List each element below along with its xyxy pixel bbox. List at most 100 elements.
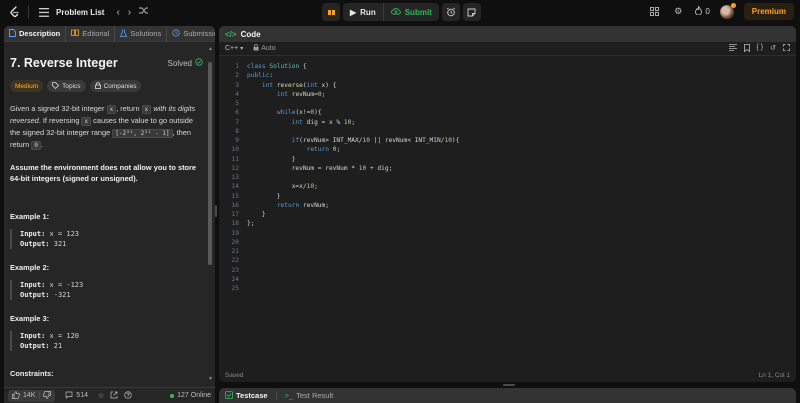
tab-description[interactable]: Description (4, 26, 67, 42)
tab-label: Testcase (236, 391, 268, 400)
code-line[interactable]: 9 if(revNum> INT_MAX/10 || revNum< INT_M… (219, 136, 796, 145)
code-line[interactable]: 1 class Solution { (219, 62, 796, 71)
leetcode-logo-icon[interactable] (8, 6, 20, 18)
code-line[interactable]: 24 (219, 275, 796, 284)
code-line[interactable]: 15 } (219, 192, 796, 201)
example-1: Example 1: Input: x = 123 Output: 321 (10, 212, 203, 249)
play-icon: ▶ (350, 7, 357, 17)
code-line[interactable]: 25 (219, 284, 796, 293)
streak-count: 0 (705, 7, 710, 16)
code-line[interactable]: 21 (219, 247, 796, 256)
braces-icon[interactable]: { } (757, 44, 764, 54)
line-content: if(revNum> INT_MAX/10 || revNum< INT_MIN… (291, 137, 460, 144)
code-line[interactable]: 3 int reverse(int x) { (219, 81, 796, 90)
auto-mode[interactable]: Auto (253, 44, 276, 53)
topics-tag[interactable]: Topics (47, 80, 86, 92)
online-label: 127 Online (177, 392, 211, 399)
line-number: 21 (231, 248, 239, 255)
line-content: class Solution { (247, 63, 307, 70)
companies-tag[interactable]: Companies (89, 80, 142, 92)
shuffle-icon[interactable] (139, 6, 149, 18)
scroll-down-icon[interactable]: ▼ (208, 376, 213, 382)
bookmark-icon[interactable] (743, 43, 750, 54)
premium-button[interactable]: Premium (743, 3, 794, 20)
submit-button[interactable]: Submit (382, 3, 439, 21)
line-content: public: (247, 72, 274, 80)
star-icon[interactable]: ☆ (98, 392, 104, 400)
code-line[interactable]: 6 while(x!=0){ (219, 108, 796, 117)
problem-list-button[interactable]: Problem List (37, 5, 104, 19)
code-line[interactable]: 4 int revNum=0; (219, 90, 796, 99)
line-content (239, 247, 247, 256)
share-icon[interactable] (110, 391, 118, 401)
line-number: 16 (231, 201, 239, 209)
previous-problem-icon[interactable]: ‹ (116, 7, 119, 18)
line-number: 10 (231, 146, 239, 154)
line-content: revNum = revNum * 10 + dig; (247, 164, 393, 172)
scroll-up-icon[interactable]: ▲ (208, 46, 213, 52)
reset-icon[interactable]: ↺ (770, 44, 776, 54)
code-line[interactable]: 18}; (219, 219, 796, 228)
tab-solutions[interactable]: Solutions (115, 26, 168, 42)
code-line[interactable]: 20 (219, 238, 796, 247)
line-number: 13 (231, 174, 239, 181)
line-number: 15 (231, 192, 239, 200)
run-button[interactable]: ▶ Run (343, 3, 383, 21)
tab-test-result[interactable]: >_ Test Result (285, 391, 334, 400)
avatar[interactable] (719, 2, 736, 19)
code-line[interactable]: 12 revNum = revNum * 10 + dig; (219, 164, 796, 173)
alarm-clock-icon[interactable] (441, 3, 460, 21)
code-line[interactable]: 13 (219, 173, 796, 182)
tab-editorial[interactable]: Editorial (66, 26, 116, 42)
scrollbar-thumb[interactable] (208, 62, 212, 265)
tab-testcase[interactable]: Testcase (225, 390, 268, 401)
line-content: return 0; (306, 146, 341, 154)
code-line[interactable]: 8 (219, 127, 796, 136)
streak-counter[interactable]: 0 (695, 5, 710, 17)
tab-submissions[interactable]: Submission (167, 26, 215, 42)
line-number: 17 (231, 211, 239, 218)
difficulty-badge: Medium (10, 80, 44, 92)
comments-button[interactable]: 514 (61, 390, 92, 402)
submit-label: Submit (404, 7, 432, 17)
line-number: 5 (235, 100, 239, 107)
code-title: Code (240, 29, 261, 39)
description-paragraph: Given a signed 32-bit integer x, return … (10, 104, 196, 150)
code-line[interactable]: 17 } (219, 210, 796, 219)
note-icon[interactable] (462, 3, 481, 21)
line-number: 4 (235, 90, 239, 98)
format-icon[interactable] (728, 43, 737, 54)
like-button[interactable]: 14K | (8, 389, 56, 402)
code-line[interactable]: 19 (219, 229, 796, 238)
code-line[interactable]: 10 return 0; (219, 145, 796, 154)
fullscreen-icon[interactable] (783, 43, 790, 54)
next-problem-icon[interactable]: › (128, 7, 131, 18)
history-icon (172, 28, 180, 39)
code-line[interactable]: 23 (219, 266, 796, 275)
thumbs-down-icon[interactable] (43, 390, 52, 401)
code-line[interactable]: 11 } (219, 155, 796, 164)
horizontal-splitter[interactable] (503, 384, 515, 386)
code-editor[interactable]: 1 class Solution {2 public: 3 int reverse(i… (219, 62, 796, 362)
code-line[interactable]: 5 (219, 99, 796, 108)
code-line[interactable]: 14 x=x/10; (219, 182, 796, 191)
code-line[interactable]: 16 return revNum; (219, 201, 796, 210)
code-line[interactable]: 22 (219, 256, 796, 265)
vertical-splitter[interactable] (215, 205, 217, 217)
language-select[interactable]: C++ ▾ (225, 45, 243, 52)
line-number: 3 (235, 81, 239, 89)
line-number: 14 (231, 183, 239, 191)
code-footer: Saved Ln 1, Col 1 (219, 368, 796, 382)
debug-bug-icon[interactable] (322, 3, 340, 21)
example-title: Example 3: (10, 314, 50, 323)
thumbs-up-icon (12, 390, 20, 401)
help-icon[interactable] (124, 390, 132, 401)
line-number: 25 (231, 285, 239, 292)
comment-count: 514 (76, 392, 88, 399)
code-line[interactable]: 2 public: (219, 71, 796, 80)
comment-icon (65, 391, 73, 401)
online-count: 127 Online (170, 392, 211, 399)
gear-icon[interactable]: ⚙ (671, 5, 685, 19)
layout-grid-icon[interactable] (647, 5, 661, 19)
code-line[interactable]: 7 int dig = x % 10; (219, 118, 796, 127)
